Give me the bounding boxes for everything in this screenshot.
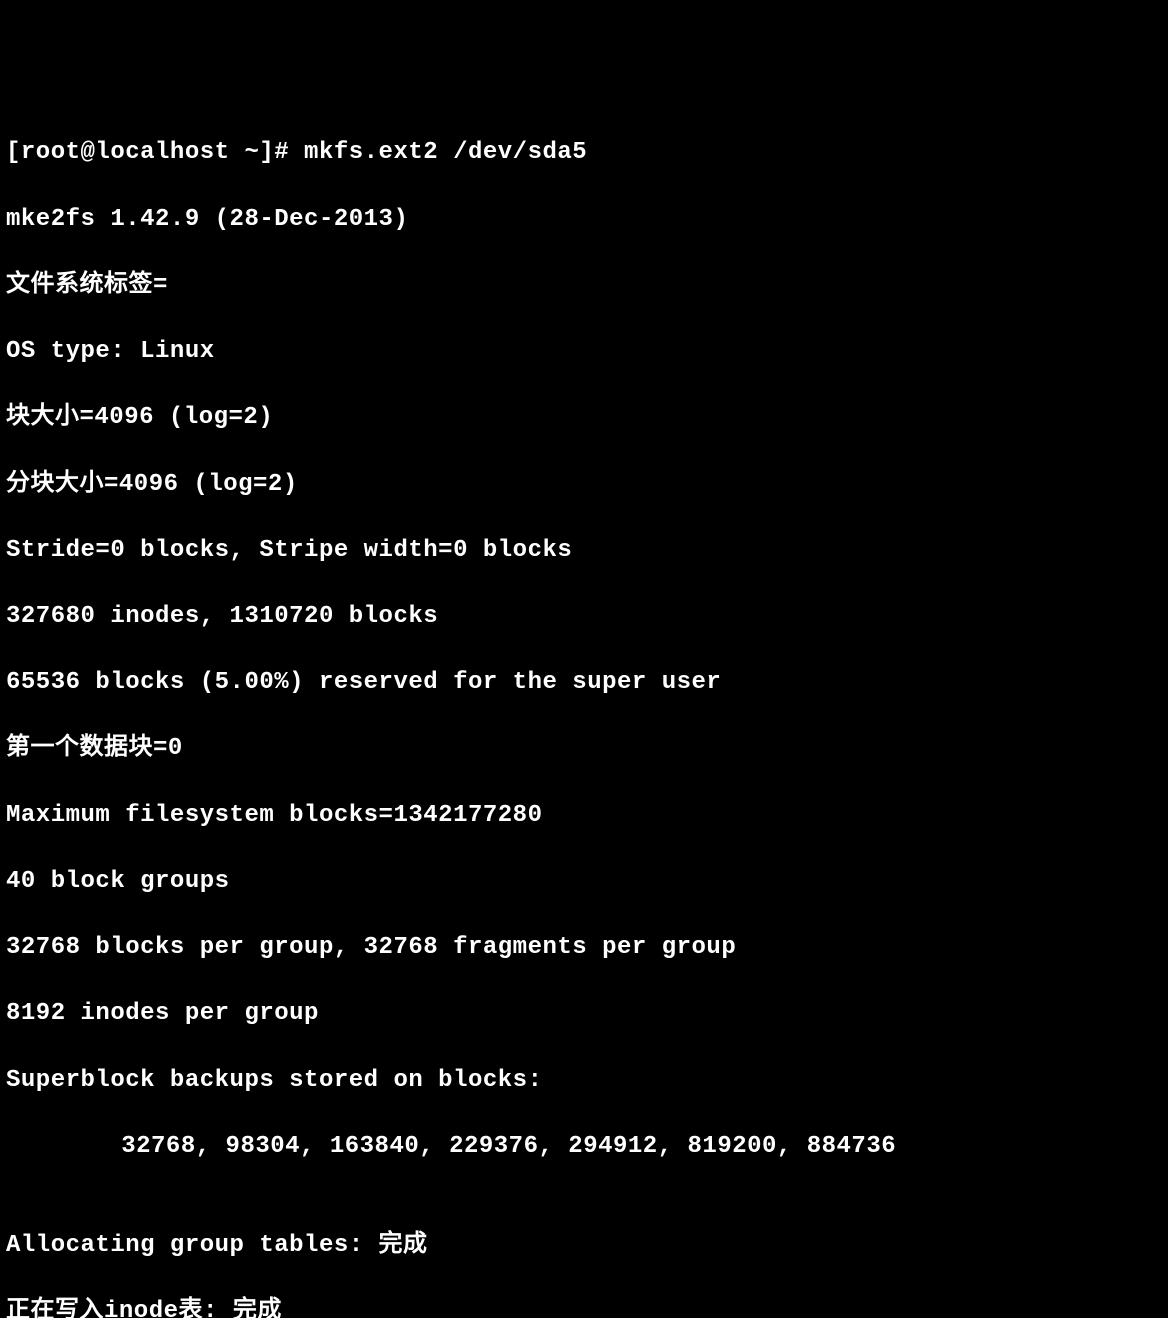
output-reserved: 65536 blocks (5.00%) reserved for the su… xyxy=(6,666,1162,699)
command-text: mkfs.ext2 /dev/sda5 xyxy=(304,139,587,166)
output-max-fs-blocks: Maximum filesystem blocks=1342177280 xyxy=(6,799,1162,832)
output-alloc-group-tables: Allocating group tables: 完成 xyxy=(6,1229,1162,1262)
shell-prompt: [root@localhost ~]# xyxy=(6,139,304,166)
output-version: mke2fs 1.42.9 (28-Dec-2013) xyxy=(6,203,1162,236)
output-stride: Stride=0 blocks, Stripe width=0 blocks xyxy=(6,534,1162,567)
output-inodes-per-group: 8192 inodes per group xyxy=(6,997,1162,1030)
output-first-data-block: 第一个数据块=0 xyxy=(6,732,1162,765)
output-block-groups: 40 block groups xyxy=(6,865,1162,898)
output-inodes-blocks: 327680 inodes, 1310720 blocks xyxy=(6,600,1162,633)
output-os-type: OS type: Linux xyxy=(6,335,1162,368)
output-blocks-per-group: 32768 blocks per group, 32768 fragments … xyxy=(6,931,1162,964)
output-superblock-header: Superblock backups stored on blocks: xyxy=(6,1064,1162,1097)
output-fs-label: 文件系统标签= xyxy=(6,269,1162,302)
output-superblock-list: 32768, 98304, 163840, 229376, 294912, 81… xyxy=(6,1130,1162,1163)
command-line[interactable]: [root@localhost ~]# mkfs.ext2 /dev/sda5 xyxy=(6,136,1162,169)
output-writing-inode-tables: 正在写入inode表: 完成 xyxy=(6,1295,1162,1318)
output-fragment-size: 分块大小=4096 (log=2) xyxy=(6,468,1162,501)
output-block-size: 块大小=4096 (log=2) xyxy=(6,401,1162,434)
